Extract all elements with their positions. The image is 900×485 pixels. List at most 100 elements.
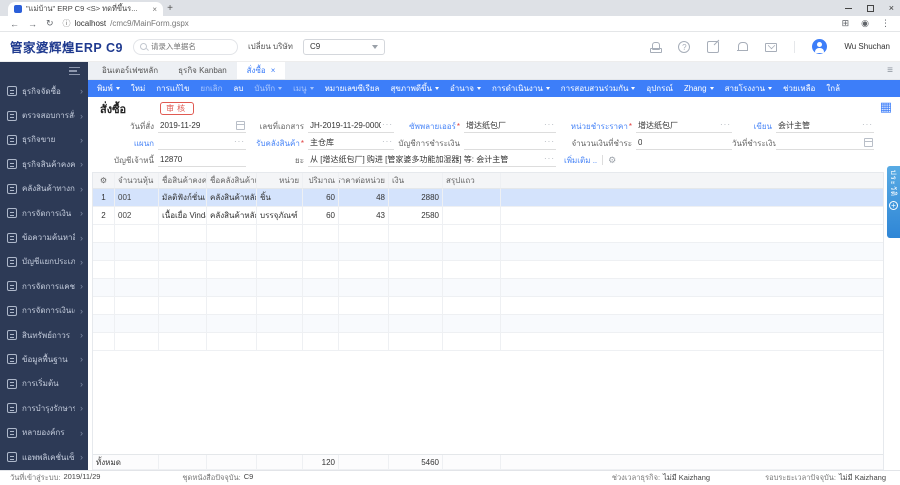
doc-tab[interactable]: ธุรกิจ Kanban xyxy=(168,62,237,79)
column-header[interactable]: หน่วย xyxy=(257,173,303,189)
pay-unit-label[interactable]: หน่วยชำระราคา xyxy=(556,120,636,133)
department-label[interactable]: แผนก xyxy=(100,137,158,150)
sidebar-item[interactable]: สินทรัพย์ถาวร › xyxy=(0,323,88,347)
sidebar-item[interactable]: แอพพลิเคชั่นเซ็นเตอร์ › xyxy=(0,445,88,469)
toolbar-item[interactable]: การดำเนินงาน xyxy=(492,82,550,95)
column-header[interactable]: ปริมาณ xyxy=(303,173,339,189)
doc-tab[interactable]: อินเตอร์เฟซหลัก xyxy=(92,62,168,79)
column-header[interactable]: จำนวนหุ้น xyxy=(115,173,159,189)
browser-menu-icon[interactable]: ⋮ xyxy=(881,18,890,29)
calendar-icon[interactable] xyxy=(864,138,873,147)
bell-icon[interactable] xyxy=(736,41,749,53)
toolbar-item[interactable]: ใหม่ xyxy=(131,82,145,95)
column-header[interactable]: ชื่อคลังสินค้าแบบ xyxy=(207,173,257,189)
order-date-field[interactable]: 2019-11-29 xyxy=(158,119,246,133)
note-icon[interactable] xyxy=(707,40,720,53)
payment-account-field[interactable]: ··· xyxy=(464,136,556,150)
close-icon[interactable]: × xyxy=(889,3,894,12)
tab-close-icon[interactable]: × xyxy=(152,5,157,14)
browser-tab[interactable]: "แม่บ้าน" ERP C9 <S> ทดที่ขึ้นร... × xyxy=(8,2,163,16)
column-header[interactable]: เงิน xyxy=(389,173,443,189)
help-icon[interactable] xyxy=(678,40,691,53)
toolbar-item[interactable]: ใกล้ xyxy=(826,82,840,95)
side-panel-tab[interactable]: ประวัติ + xyxy=(887,166,900,238)
close-icon[interactable]: × xyxy=(271,66,276,75)
sidebar-item[interactable]: ธุรกิจจัดซื้อ › xyxy=(0,79,88,103)
doc-no-field[interactable]: JH-2019-11-29-00004 ··· xyxy=(308,119,394,133)
sidebar-item[interactable]: ข้อมูลพื้นฐาน › xyxy=(0,347,88,371)
pay-unit-field[interactable]: 增达纸包厂 ··· xyxy=(636,119,732,133)
column-header[interactable]: ราคาต่อหน่วย xyxy=(339,173,389,189)
column-header[interactable]: สรุปแถว xyxy=(443,173,501,189)
summary-field[interactable]: 从 [增达纸包厂] 购进 [管家婆多功能加湿器] 等: 会计主管 ··· xyxy=(308,153,556,167)
warehouse-field[interactable]: 主仓库 ··· xyxy=(308,136,394,150)
sidebar-item[interactable]: บัญชีแยกประเภททั่วไป › xyxy=(0,250,88,274)
minimize-icon[interactable] xyxy=(844,7,852,9)
profile-icon[interactable]: ◉ xyxy=(861,18,869,29)
toolbar-item[interactable]: ช่วยเหลือ xyxy=(783,82,815,95)
stamp-icon[interactable] xyxy=(649,41,663,53)
maximize-icon[interactable] xyxy=(866,4,874,12)
ellipsis-icon[interactable]: ··· xyxy=(544,154,555,163)
sidebar-item[interactable]: การจัดการแคชเชียร์ › xyxy=(0,274,88,298)
warehouse-label[interactable]: รับคลังสินค้า xyxy=(246,137,308,150)
ellipsis-icon[interactable]: ··· xyxy=(382,120,393,129)
avatar[interactable] xyxy=(812,39,828,54)
toolbar-item[interactable]: พิมพ์ xyxy=(97,82,120,95)
company-select[interactable]: C9 xyxy=(302,38,385,55)
sidebar-item[interactable]: ธุรกิจขาย › xyxy=(0,128,88,152)
gear-icon[interactable]: ⚙ xyxy=(608,155,616,166)
toolbar-item[interactable]: การสอบสวนร่วมกัน xyxy=(561,82,636,95)
sidebar-collapse-icon[interactable] xyxy=(69,66,80,75)
column-header[interactable]: ชื่อสินค้าคงคลัง.. xyxy=(159,173,207,189)
sidebar-item[interactable]: หลายองค์กร › xyxy=(0,420,88,444)
url-bar[interactable]: ⓘ localhost/cmc9/MainForm.gspx xyxy=(63,18,189,29)
sidebar-item[interactable]: การเริ่มต้น › xyxy=(0,372,88,396)
extensions-icon[interactable]: ⊞ xyxy=(842,18,850,29)
sidebar-item[interactable]: การบำรุงรักษาระบบ › xyxy=(0,396,88,420)
toolbar-item[interactable]: Zhang xyxy=(684,84,714,93)
search-input[interactable] xyxy=(150,42,221,51)
tab-menu-icon[interactable]: ≡ xyxy=(887,66,893,76)
mail-icon[interactable] xyxy=(765,43,778,52)
forward-icon[interactable]: → xyxy=(28,19,37,29)
sidebar-item[interactable]: ตรวจสอบการสั่งซื้อ › xyxy=(0,103,88,127)
department-field[interactable]: ··· xyxy=(158,136,246,150)
ellipsis-icon[interactable]: ··· xyxy=(382,137,393,146)
back-icon[interactable]: ← xyxy=(10,19,19,29)
toolbar-item[interactable]: ลบ xyxy=(233,82,243,95)
sidebar-item[interactable]: การจัดการเงิน › xyxy=(0,201,88,225)
supplier-label[interactable]: ซัพพลายเออร์ xyxy=(394,120,464,133)
toolbar-item[interactable]: สายโรงงาน xyxy=(725,82,772,95)
table-row[interactable]: 1001มัลติฟังก์ชั่นเ...คลังสินค้าหลักชิ้น… xyxy=(93,189,883,207)
sidebar-item[interactable]: การจัดการเงินเดือน › xyxy=(0,299,88,323)
column-settings-gear-icon[interactable]: ⚙ xyxy=(93,173,115,189)
reload-icon[interactable]: ↻ xyxy=(46,18,54,29)
doc-tab[interactable]: สั่งซื้อ × xyxy=(236,62,286,79)
paid-amount-field[interactable]: 0 xyxy=(636,136,732,150)
supplier-field[interactable]: 增达纸包厂 ··· xyxy=(464,119,556,133)
calendar-icon[interactable] xyxy=(236,121,245,130)
toolbar-item[interactable]: สุขภาพดีขึ้น xyxy=(390,82,439,95)
ellipsis-icon[interactable]: ··· xyxy=(234,137,245,146)
writer-field[interactable]: 会计主管 ··· xyxy=(776,119,874,133)
toolbar-item[interactable]: การแก้ไข xyxy=(156,82,189,95)
payable-field[interactable]: 12870 xyxy=(158,153,246,167)
toolbar-item[interactable]: อำนาจ xyxy=(450,82,481,95)
info-icon[interactable]: ⓘ xyxy=(63,18,71,29)
table-row[interactable]: 2 002 เนื้อเยื่อ Vinda คลังสินค้าหลัก บรรจุภ… xyxy=(93,207,883,225)
pay-date-field[interactable] xyxy=(776,136,874,150)
search-box[interactable] xyxy=(132,38,238,55)
toolbar-item[interactable]: หมายเลขซีเรียล xyxy=(325,82,380,95)
new-tab-button[interactable]: + xyxy=(163,2,177,16)
sidebar-item[interactable]: ธุรกิจสินค้าคงคลัง › xyxy=(0,152,88,176)
ellipsis-icon[interactable]: ··· xyxy=(544,137,555,146)
sidebar-item[interactable]: คลังสินค้าทางกายภาพ › xyxy=(0,177,88,201)
toolbar-item[interactable]: อุปกรณ์ xyxy=(646,82,672,95)
writer-label[interactable]: เขียน xyxy=(732,120,776,133)
ellipsis-icon[interactable]: ··· xyxy=(544,120,555,129)
ellipsis-icon[interactable]: ··· xyxy=(862,120,873,129)
qr-code-icon[interactable]: ▦ xyxy=(880,100,892,113)
ellipsis-icon[interactable]: ··· xyxy=(720,120,731,129)
more-link[interactable]: เพิ่มเติม .. xyxy=(564,154,597,167)
